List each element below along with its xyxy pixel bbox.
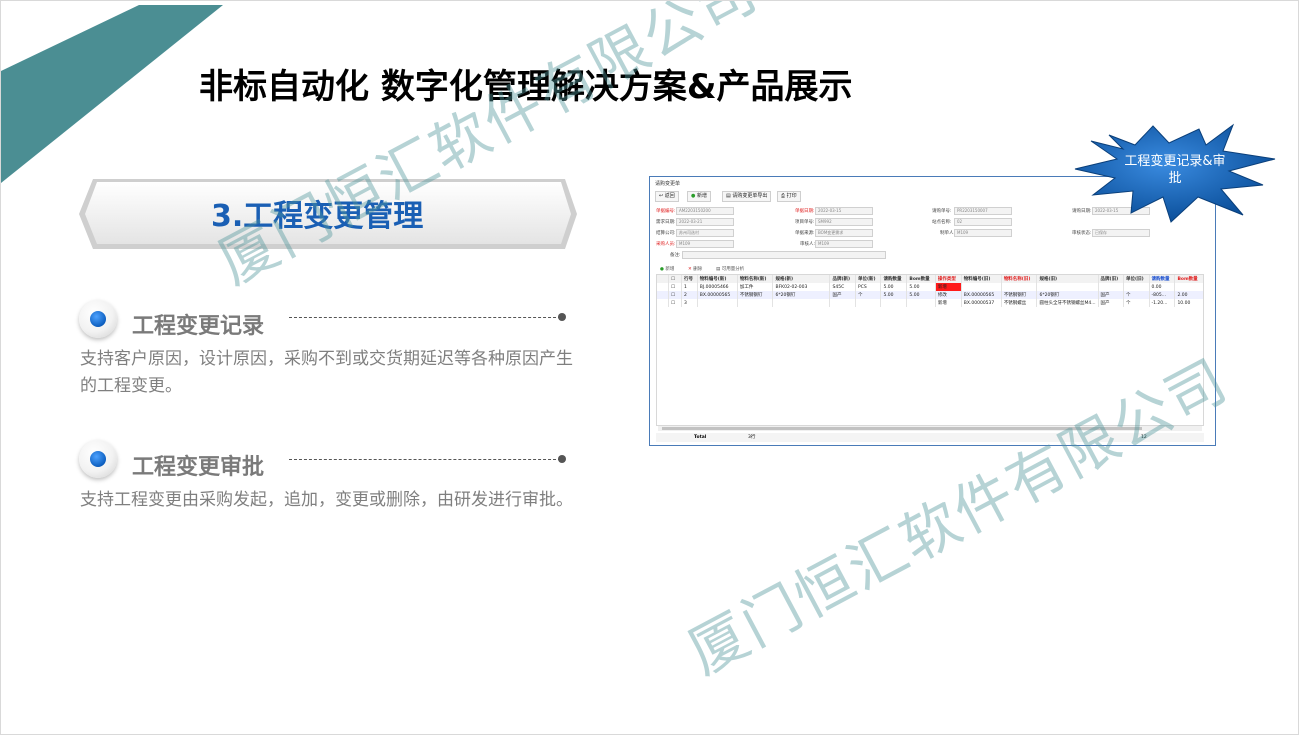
badge-label: 工程变更记录&审批 (1124, 154, 1226, 186)
window-title: 请购变更单 (655, 181, 681, 187)
back-button[interactable]: ↩ 返回 (655, 191, 679, 202)
site-label: 站点名称: (932, 220, 952, 225)
project-field[interactable]: SM992 (815, 218, 873, 226)
source-label: 单据来源: (795, 231, 815, 236)
item-description: 支持工程变更由采购发起，追加，变更或删除，由研发进行审批。 (80, 490, 573, 510)
doc-date-label: 单据日期: (795, 209, 815, 214)
req-no-field[interactable]: PR2203150007 (954, 207, 1012, 215)
divider-dot (558, 455, 566, 463)
doc-no-field[interactable]: AM2203150200 (676, 207, 734, 215)
remark-label: 备注: (670, 253, 681, 258)
footer-count: 3行 (748, 435, 756, 440)
dotted-divider (289, 317, 561, 318)
maker-field[interactable]: M109 (954, 229, 1012, 237)
company-label: 结算公司: (656, 231, 676, 236)
need-date-label: 需求日期: (656, 220, 676, 225)
source-select[interactable]: BOM变更需求 (815, 229, 873, 237)
doc-date-field[interactable]: 2022-03-15 (815, 207, 873, 215)
doc-no-label: 单据编号: (656, 209, 676, 214)
buyer-select[interactable]: M109 (676, 240, 734, 248)
add-button[interactable]: ● 新增 (687, 191, 711, 202)
company-select[interactable]: 苏州司选村 (676, 229, 734, 237)
divider-dot (558, 313, 566, 321)
grid-delete-button[interactable]: ✕ 删除 (688, 266, 702, 272)
maker-label: 制单人: (940, 231, 956, 236)
audit-status-label: 审核状态: (1072, 231, 1092, 236)
analysis-icon: ▤ (716, 267, 721, 272)
slide: 非标自动化 数字化管理解决方案&产品展示 3.工程变更管理 工程变更记录 支持客… (0, 0, 1299, 735)
auditor-label: 审核人: (800, 242, 816, 247)
project-label: 项目单号: (795, 220, 815, 225)
bullet-icon (79, 440, 117, 478)
item-title: 工程变更审批 (132, 455, 265, 480)
print-button[interactable]: ⎙ 打印 (777, 191, 801, 202)
audit-status-select[interactable]: 已保存 (1092, 229, 1150, 237)
export-button[interactable]: ▤ 请购变更单导出 (722, 191, 772, 202)
need-date-field[interactable]: 2022-03-21 (676, 218, 734, 226)
add-icon: ● (691, 193, 696, 199)
item-title: 工程变更记录 (132, 314, 265, 339)
teal-corner-stripe (1, 5, 223, 183)
remark-field[interactable] (682, 251, 886, 259)
delete-icon: ✕ (688, 267, 692, 272)
req-no-label: 请购单号: (932, 209, 952, 214)
print-icon: ⎙ (781, 193, 786, 199)
auditor-field[interactable]: M109 (815, 240, 873, 248)
grid-analysis-button[interactable]: ▤ 可用量分析 (716, 266, 744, 272)
bullet-icon (79, 300, 117, 338)
buyer-label: 采购人员: (656, 242, 676, 247)
back-icon: ↩ (659, 193, 664, 199)
grid-add-button[interactable]: ● 新增 (660, 266, 674, 272)
export-icon: ▤ (726, 193, 731, 199)
footer-label: Total (694, 435, 707, 440)
item-description: 支持客户原因，设计原因，采购不到或交货期延迟等各种原因产生的工程变更。 (80, 349, 573, 396)
dotted-divider (289, 459, 561, 460)
site-select[interactable]: 02 (954, 218, 1012, 226)
add-icon: ● (660, 267, 664, 272)
